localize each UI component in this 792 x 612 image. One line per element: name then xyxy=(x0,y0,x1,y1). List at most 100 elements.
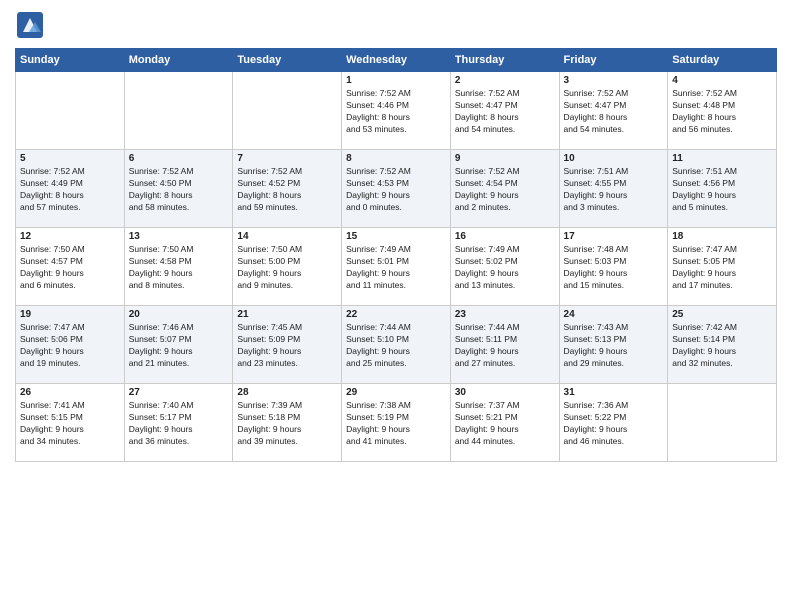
day-info: Sunrise: 7:45 AM Sunset: 5:09 PM Dayligh… xyxy=(237,322,337,370)
calendar-cell: 18Sunrise: 7:47 AM Sunset: 5:05 PM Dayli… xyxy=(668,228,777,306)
calendar-cell: 1Sunrise: 7:52 AM Sunset: 4:46 PM Daylig… xyxy=(342,72,451,150)
day-number: 23 xyxy=(455,309,555,320)
week-row-2: 5Sunrise: 7:52 AM Sunset: 4:49 PM Daylig… xyxy=(16,150,777,228)
page: SundayMondayTuesdayWednesdayThursdayFrid… xyxy=(0,0,792,612)
calendar-cell: 4 Sunrise: 7:52 AM Sunset: 4:48 PM Daylig… xyxy=(668,72,777,150)
day-info: Sunrise: 7:52 AM Sunset: 4:50 PM Dayligh… xyxy=(129,166,229,214)
calendar-cell: 6Sunrise: 7:52 AM Sunset: 4:50 PM Daylig… xyxy=(124,150,233,228)
calendar-cell: 29Sunrise: 7:38 AM Sunset: 5:19 PM Dayli… xyxy=(342,384,451,462)
day-number: 14 xyxy=(237,231,337,242)
day-number: 22 xyxy=(346,309,446,320)
day-info: Sunrise: 7:52 AM Sunset: 4:53 PM Dayligh… xyxy=(346,166,446,214)
calendar-cell xyxy=(668,384,777,462)
calendar-table: SundayMondayTuesdayWednesdayThursdayFrid… xyxy=(15,48,777,462)
day-number: 28 xyxy=(237,387,337,398)
calendar-cell: 9 Sunrise: 7:52 AM Sunset: 4:54 PM Daylig… xyxy=(450,150,559,228)
day-info: Sunrise: 7:52 AM Sunset: 4:47 PM Dayligh… xyxy=(455,88,555,136)
day-number: 30 xyxy=(455,387,555,398)
day-number: 10 xyxy=(564,153,664,164)
day-info: Sunrise: 7:36 AM Sunset: 5:22 PM Dayligh… xyxy=(564,400,664,448)
col-header-sunday: Sunday xyxy=(16,49,125,72)
calendar-cell: 19Sunrise: 7:47 AM Sunset: 5:06 PM Dayli… xyxy=(16,306,125,384)
calendar-cell: 8Sunrise: 7:52 AM Sunset: 4:53 PM Daylig… xyxy=(342,150,451,228)
calendar-cell: 20 Sunrise: 7:46 AM Sunset: 5:07 PM Dayli… xyxy=(124,306,233,384)
header xyxy=(15,10,777,40)
calendar-cell: 23 Sunrise: 7:44 AM Sunset: 5:11 PM Dayli… xyxy=(450,306,559,384)
day-info: Sunrise: 7:50 AM Sunset: 4:58 PM Dayligh… xyxy=(129,244,229,292)
day-number: 20 xyxy=(129,309,229,320)
col-header-monday: Monday xyxy=(124,49,233,72)
week-row-3: 12Sunrise: 7:50 AM Sunset: 4:57 PM Dayli… xyxy=(16,228,777,306)
day-number: 11 xyxy=(672,153,772,164)
day-number: 29 xyxy=(346,387,446,398)
calendar-cell: 16Sunrise: 7:49 AM Sunset: 5:02 PM Dayli… xyxy=(450,228,559,306)
calendar-cell: 31 Sunrise: 7:36 AM Sunset: 5:22 PM Dayli… xyxy=(559,384,668,462)
day-info: Sunrise: 7:51 AM Sunset: 4:56 PM Dayligh… xyxy=(672,166,772,214)
day-number: 4 xyxy=(672,75,772,86)
day-info: Sunrise: 7:51 AM Sunset: 4:55 PM Dayligh… xyxy=(564,166,664,214)
calendar-cell: 7Sunrise: 7:52 AM Sunset: 4:52 PM Daylig… xyxy=(233,150,342,228)
week-row-5: 26 Sunrise: 7:41 AM Sunset: 5:15 PM Dayli… xyxy=(16,384,777,462)
calendar-cell xyxy=(16,72,125,150)
calendar-cell: 25Sunrise: 7:42 AM Sunset: 5:14 PM Dayli… xyxy=(668,306,777,384)
calendar-cell: 12Sunrise: 7:50 AM Sunset: 4:57 PM Dayli… xyxy=(16,228,125,306)
week-row-4: 19Sunrise: 7:47 AM Sunset: 5:06 PM Dayli… xyxy=(16,306,777,384)
calendar-cell: 14 Sunrise: 7:50 AM Sunset: 5:00 PM Dayli… xyxy=(233,228,342,306)
day-info: Sunrise: 7:52 AM Sunset: 4:48 PM Dayligh… xyxy=(672,88,772,136)
calendar-cell: 21 Sunrise: 7:45 AM Sunset: 5:09 PM Dayli… xyxy=(233,306,342,384)
day-info: Sunrise: 7:44 AM Sunset: 5:11 PM Dayligh… xyxy=(455,322,555,370)
col-header-saturday: Saturday xyxy=(668,49,777,72)
week-row-1: 1Sunrise: 7:52 AM Sunset: 4:46 PM Daylig… xyxy=(16,72,777,150)
day-info: Sunrise: 7:52 AM Sunset: 4:49 PM Dayligh… xyxy=(20,166,120,214)
day-info: Sunrise: 7:52 AM Sunset: 4:47 PM Dayligh… xyxy=(564,88,664,136)
calendar-cell: 10 Sunrise: 7:51 AM Sunset: 4:55 PM Dayli… xyxy=(559,150,668,228)
day-number: 26 xyxy=(20,387,120,398)
col-header-wednesday: Wednesday xyxy=(342,49,451,72)
day-number: 15 xyxy=(346,231,446,242)
day-number: 1 xyxy=(346,75,446,86)
day-info: Sunrise: 7:46 AM Sunset: 5:07 PM Dayligh… xyxy=(129,322,229,370)
logo-icon xyxy=(15,10,45,40)
calendar-cell: 15 Sunrise: 7:49 AM Sunset: 5:01 PM Dayli… xyxy=(342,228,451,306)
day-number: 2 xyxy=(455,75,555,86)
day-number: 9 xyxy=(455,153,555,164)
col-header-friday: Friday xyxy=(559,49,668,72)
calendar-cell xyxy=(233,72,342,150)
day-info: Sunrise: 7:50 AM Sunset: 4:57 PM Dayligh… xyxy=(20,244,120,292)
col-header-tuesday: Tuesday xyxy=(233,49,342,72)
calendar-cell: 27Sunrise: 7:40 AM Sunset: 5:17 PM Dayli… xyxy=(124,384,233,462)
calendar-cell: 28 Sunrise: 7:39 AM Sunset: 5:18 PM Dayli… xyxy=(233,384,342,462)
day-number: 21 xyxy=(237,309,337,320)
day-number: 7 xyxy=(237,153,337,164)
day-info: Sunrise: 7:43 AM Sunset: 5:13 PM Dayligh… xyxy=(564,322,664,370)
day-number: 31 xyxy=(564,387,664,398)
day-info: Sunrise: 7:47 AM Sunset: 5:06 PM Dayligh… xyxy=(20,322,120,370)
calendar-cell: 30 Sunrise: 7:37 AM Sunset: 5:21 PM Dayli… xyxy=(450,384,559,462)
header-row: SundayMondayTuesdayWednesdayThursdayFrid… xyxy=(16,49,777,72)
day-number: 25 xyxy=(672,309,772,320)
day-info: Sunrise: 7:44 AM Sunset: 5:10 PM Dayligh… xyxy=(346,322,446,370)
day-info: Sunrise: 7:39 AM Sunset: 5:18 PM Dayligh… xyxy=(237,400,337,448)
day-info: Sunrise: 7:50 AM Sunset: 5:00 PM Dayligh… xyxy=(237,244,337,292)
calendar-cell: 26 Sunrise: 7:41 AM Sunset: 5:15 PM Dayli… xyxy=(16,384,125,462)
calendar-cell: 22 Sunrise: 7:44 AM Sunset: 5:10 PM Dayli… xyxy=(342,306,451,384)
calendar-cell: 3 Sunrise: 7:52 AM Sunset: 4:47 PM Daylig… xyxy=(559,72,668,150)
calendar-cell: 11 Sunrise: 7:51 AM Sunset: 4:56 PM Dayli… xyxy=(668,150,777,228)
day-info: Sunrise: 7:41 AM Sunset: 5:15 PM Dayligh… xyxy=(20,400,120,448)
day-number: 17 xyxy=(564,231,664,242)
calendar-cell xyxy=(124,72,233,150)
logo xyxy=(15,10,49,40)
day-info: Sunrise: 7:37 AM Sunset: 5:21 PM Dayligh… xyxy=(455,400,555,448)
calendar-cell: 2 Sunrise: 7:52 AM Sunset: 4:47 PM Daylig… xyxy=(450,72,559,150)
calendar-cell: 13Sunrise: 7:50 AM Sunset: 4:58 PM Dayli… xyxy=(124,228,233,306)
day-info: Sunrise: 7:40 AM Sunset: 5:17 PM Dayligh… xyxy=(129,400,229,448)
day-info: Sunrise: 7:48 AM Sunset: 5:03 PM Dayligh… xyxy=(564,244,664,292)
day-number: 3 xyxy=(564,75,664,86)
day-info: Sunrise: 7:47 AM Sunset: 5:05 PM Dayligh… xyxy=(672,244,772,292)
day-info: Sunrise: 7:49 AM Sunset: 5:01 PM Dayligh… xyxy=(346,244,446,292)
calendar-cell: 17 Sunrise: 7:48 AM Sunset: 5:03 PM Dayli… xyxy=(559,228,668,306)
calendar-cell: 5Sunrise: 7:52 AM Sunset: 4:49 PM Daylig… xyxy=(16,150,125,228)
day-info: Sunrise: 7:52 AM Sunset: 4:54 PM Dayligh… xyxy=(455,166,555,214)
calendar-cell: 24Sunrise: 7:43 AM Sunset: 5:13 PM Dayli… xyxy=(559,306,668,384)
day-number: 16 xyxy=(455,231,555,242)
